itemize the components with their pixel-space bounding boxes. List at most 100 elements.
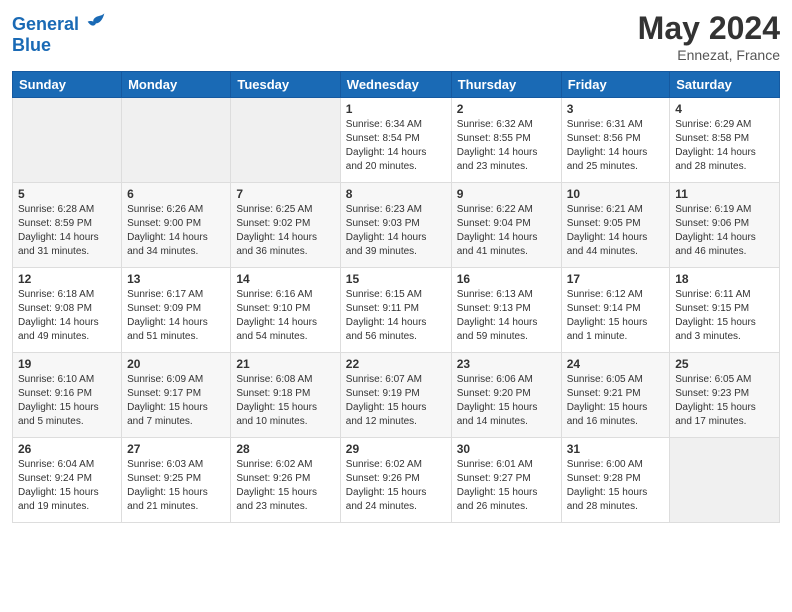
calendar-day-cell: 3 Sunrise: 6:31 AM Sunset: 8:56 PM Daylig… [561,98,670,183]
day-info: Sunrise: 6:10 AM Sunset: 9:16 PM Dayligh… [18,373,116,429]
day-number: 25 [675,357,774,371]
day-info: Sunrise: 6:32 AM Sunset: 8:55 PM Dayligh… [457,118,556,174]
day-number: 30 [457,442,556,456]
calendar-week-row: 19 Sunrise: 6:10 AM Sunset: 9:16 PM Dayli… [13,353,780,438]
month-title: May 2024 [638,10,780,47]
calendar-day-cell: 28 Sunrise: 6:02 AM Sunset: 9:26 PM Dayli… [231,438,340,523]
calendar-day-cell: 31 Sunrise: 6:00 AM Sunset: 9:28 PM Dayli… [561,438,670,523]
day-number: 8 [346,187,446,201]
calendar-page: General Blue May 2024 Ennezat, France Su… [0,0,792,612]
calendar-day-cell [670,438,780,523]
day-number: 20 [127,357,225,371]
day-info: Sunrise: 6:02 AM Sunset: 9:26 PM Dayligh… [346,458,446,514]
day-info: Sunrise: 6:28 AM Sunset: 8:59 PM Dayligh… [18,203,116,259]
day-number: 31 [567,442,665,456]
day-number: 11 [675,187,774,201]
day-number: 26 [18,442,116,456]
day-number: 17 [567,272,665,286]
logo-text: General [12,10,106,35]
day-info: Sunrise: 6:25 AM Sunset: 9:02 PM Dayligh… [236,203,334,259]
day-info: Sunrise: 6:19 AM Sunset: 9:06 PM Dayligh… [675,203,774,259]
calendar-day-cell: 12Sunrise: 6:18 AM Sunset: 9:08 PM Dayli… [13,268,122,353]
day-number: 7 [236,187,334,201]
calendar-day-cell [13,98,122,183]
day-number: 29 [346,442,446,456]
calendar-day-cell: 29 Sunrise: 6:02 AM Sunset: 9:26 PM Dayli… [340,438,451,523]
logo: General Blue [12,10,106,56]
calendar-day-cell: 1 Sunrise: 6:34 AM Sunset: 8:54 PM Daylig… [340,98,451,183]
day-number: 14 [236,272,334,286]
header-friday: Friday [561,72,670,98]
day-number: 3 [567,102,665,116]
day-info: Sunrise: 6:15 AM Sunset: 9:11 PM Dayligh… [346,288,446,344]
day-number: 15 [346,272,446,286]
day-number: 27 [127,442,225,456]
day-number: 13 [127,272,225,286]
calendar-week-row: 26 Sunrise: 6:04 AM Sunset: 9:24 PM Dayli… [13,438,780,523]
calendar-day-cell: 19 Sunrise: 6:10 AM Sunset: 9:16 PM Dayli… [13,353,122,438]
day-number: 10 [567,187,665,201]
calendar-day-cell: 2Sunrise: 6:32 AM Sunset: 8:55 PM Daylig… [451,98,561,183]
location: Ennezat, France [638,47,780,63]
calendar-day-cell: 7 Sunrise: 6:25 AM Sunset: 9:02 PM Daylig… [231,183,340,268]
logo-bird-icon [86,10,106,30]
calendar-table: Sunday Monday Tuesday Wednesday Thursday… [12,71,780,523]
day-info: Sunrise: 6:08 AM Sunset: 9:18 PM Dayligh… [236,373,334,429]
day-number: 28 [236,442,334,456]
day-info: Sunrise: 6:29 AM Sunset: 8:58 PM Dayligh… [675,118,774,174]
day-info: Sunrise: 6:21 AM Sunset: 9:05 PM Dayligh… [567,203,665,259]
header-thursday: Thursday [451,72,561,98]
day-number: 6 [127,187,225,201]
header: General Blue May 2024 Ennezat, France [12,10,780,63]
day-info: Sunrise: 6:06 AM Sunset: 9:20 PM Dayligh… [457,373,556,429]
calendar-day-cell: 26 Sunrise: 6:04 AM Sunset: 9:24 PM Dayli… [13,438,122,523]
day-number: 12 [18,272,116,286]
day-info: Sunrise: 6:26 AM Sunset: 9:00 PM Dayligh… [127,203,225,259]
calendar-week-row: 12Sunrise: 6:18 AM Sunset: 9:08 PM Dayli… [13,268,780,353]
day-number: 9 [457,187,556,201]
calendar-day-cell: 9 Sunrise: 6:22 AM Sunset: 9:04 PM Daylig… [451,183,561,268]
calendar-day-cell: 23 Sunrise: 6:06 AM Sunset: 9:20 PM Dayli… [451,353,561,438]
header-saturday: Saturday [670,72,780,98]
logo-blue: Blue [12,35,106,56]
day-info: Sunrise: 6:31 AM Sunset: 8:56 PM Dayligh… [567,118,665,174]
day-info: Sunrise: 6:00 AM Sunset: 9:28 PM Dayligh… [567,458,665,514]
day-number: 1 [346,102,446,116]
calendar-week-row: 1 Sunrise: 6:34 AM Sunset: 8:54 PM Daylig… [13,98,780,183]
calendar-day-cell [231,98,340,183]
calendar-day-cell: 5 Sunrise: 6:28 AM Sunset: 8:59 PM Daylig… [13,183,122,268]
day-info: Sunrise: 6:04 AM Sunset: 9:24 PM Dayligh… [18,458,116,514]
day-number: 21 [236,357,334,371]
day-number: 18 [675,272,774,286]
calendar-day-cell: 14 Sunrise: 6:16 AM Sunset: 9:10 PM Dayli… [231,268,340,353]
day-info: Sunrise: 6:17 AM Sunset: 9:09 PM Dayligh… [127,288,225,344]
day-number: 4 [675,102,774,116]
day-number: 16 [457,272,556,286]
calendar-day-cell: 24Sunrise: 6:05 AM Sunset: 9:21 PM Dayli… [561,353,670,438]
calendar-week-row: 5 Sunrise: 6:28 AM Sunset: 8:59 PM Daylig… [13,183,780,268]
calendar-day-cell: 30Sunrise: 6:01 AM Sunset: 9:27 PM Dayli… [451,438,561,523]
calendar-day-cell: 13 Sunrise: 6:17 AM Sunset: 9:09 PM Dayli… [122,268,231,353]
day-info: Sunrise: 6:22 AM Sunset: 9:04 PM Dayligh… [457,203,556,259]
calendar-day-cell: 18 Sunrise: 6:11 AM Sunset: 9:15 PM Dayli… [670,268,780,353]
day-number: 23 [457,357,556,371]
calendar-day-cell [122,98,231,183]
day-info: Sunrise: 6:05 AM Sunset: 9:21 PM Dayligh… [567,373,665,429]
day-number: 5 [18,187,116,201]
title-block: May 2024 Ennezat, France [638,10,780,63]
calendar-day-cell: 21 Sunrise: 6:08 AM Sunset: 9:18 PM Dayli… [231,353,340,438]
day-info: Sunrise: 6:34 AM Sunset: 8:54 PM Dayligh… [346,118,446,174]
day-info: Sunrise: 6:16 AM Sunset: 9:10 PM Dayligh… [236,288,334,344]
calendar-day-cell: 22Sunrise: 6:07 AM Sunset: 9:19 PM Dayli… [340,353,451,438]
day-number: 19 [18,357,116,371]
calendar-day-cell: 20 Sunrise: 6:09 AM Sunset: 9:17 PM Dayli… [122,353,231,438]
day-info: Sunrise: 6:11 AM Sunset: 9:15 PM Dayligh… [675,288,774,344]
calendar-day-cell: 16Sunrise: 6:13 AM Sunset: 9:13 PM Dayli… [451,268,561,353]
day-info: Sunrise: 6:09 AM Sunset: 9:17 PM Dayligh… [127,373,225,429]
calendar-header-row: Sunday Monday Tuesday Wednesday Thursday… [13,72,780,98]
day-info: Sunrise: 6:02 AM Sunset: 9:26 PM Dayligh… [236,458,334,514]
logo-general: General [12,14,79,34]
calendar-day-cell: 25Sunrise: 6:05 AM Sunset: 9:23 PM Dayli… [670,353,780,438]
day-number: 22 [346,357,446,371]
calendar-day-cell: 27Sunrise: 6:03 AM Sunset: 9:25 PM Dayli… [122,438,231,523]
